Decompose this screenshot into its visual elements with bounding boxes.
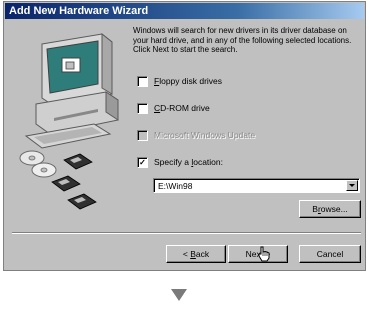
- intro-text: Windows will search for new drivers in i…: [133, 26, 352, 55]
- checkmark-icon: ✓: [139, 157, 146, 167]
- cd-discs-icon: [19, 150, 57, 178]
- mouse-cursor-icon: [258, 246, 270, 262]
- option-cd-rom-drive[interactable]: CD-ROM drive: [137, 102, 210, 114]
- option-label-specify-location: Specify a location:: [154, 157, 223, 167]
- option-windows-update: Microsoft Windows Update: [137, 129, 255, 141]
- checkbox-cdrom[interactable]: [137, 102, 148, 114]
- checkbox-specify-location[interactable]: ✓: [137, 156, 148, 168]
- browse-button[interactable]: Browse...: [299, 200, 361, 218]
- title-bar: Add New Hardware Wizard: [5, 3, 364, 19]
- wizard-illustration: [19, 32, 119, 210]
- checkbox-windows-update: [137, 129, 148, 141]
- separator: [12, 232, 361, 234]
- option-specify-location[interactable]: ✓ Specify a location:: [137, 156, 223, 168]
- dropdown-arrow-icon[interactable]: [346, 180, 358, 191]
- option-label-floppy: Floppy disk drives: [154, 76, 223, 86]
- option-floppy-disk-drives[interactable]: Floppy disk drives: [137, 75, 222, 87]
- floppy-disks-icon: [51, 153, 97, 210]
- option-label-cdrom: CD-ROM drive: [154, 103, 210, 113]
- computer-icon: [24, 32, 119, 149]
- cancel-button[interactable]: Cancel: [299, 245, 361, 263]
- back-button[interactable]: < Back: [166, 245, 226, 263]
- down-arrow-icon: [171, 289, 187, 301]
- location-value[interactable]: E:\Win98: [158, 180, 193, 192]
- option-label-windows-update: Microsoft Windows Update: [154, 130, 256, 140]
- location-combo[interactable]: E:\Win98: [153, 178, 360, 193]
- checkbox-floppy[interactable]: [137, 75, 148, 87]
- wizard-dialog: Add New Hardware Wizard Windows will sea…: [3, 1, 366, 271]
